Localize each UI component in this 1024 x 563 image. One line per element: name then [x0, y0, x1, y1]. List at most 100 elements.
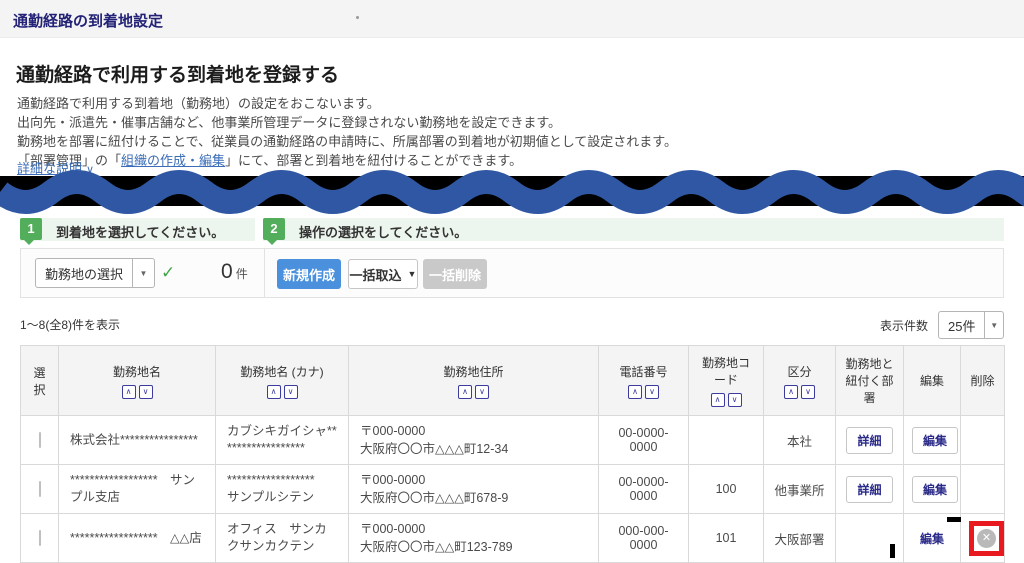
header-phone-label: 電話番号 — [619, 364, 668, 379]
cell-kubun: 本社 — [763, 415, 836, 465]
cell-code: 100 — [688, 464, 764, 514]
cell-name: ****************** △△店 — [58, 513, 216, 563]
zip-code: 〒000-0000 — [360, 473, 426, 487]
intro-line-3: 勤務地を部署に紐付けることで、従業員の通勤経路の申請時に、所属部署の到着地が初期… — [17, 134, 678, 149]
detail-button[interactable]: 詳細 — [846, 426, 893, 454]
step-1-badge: 1 — [20, 218, 42, 245]
edit-link[interactable]: 編集 — [920, 532, 944, 546]
section-heading: 通勤経路で利用する到着地を登録する — [16, 65, 340, 86]
result-range-text: 1～8(全8)件を表示 — [20, 318, 121, 332]
per-page-select[interactable]: 25件 ▼ — [938, 311, 1004, 339]
row-checkbox[interactable] — [38, 481, 41, 497]
selected-count-unit: 件 — [235, 267, 248, 281]
address-line: 大阪府〇〇市△△△町12-34 — [360, 442, 509, 456]
detail-button[interactable]: 詳細 — [846, 475, 893, 503]
sort-asc-icon[interactable]: ∧ — [121, 384, 136, 399]
destination-select-value: 勤務地の選択 — [45, 266, 124, 282]
step-1-bar: 1 到着地を選択してください。 — [20, 218, 255, 245]
address-line: 大阪府〇〇市△△△町678-9 — [360, 491, 509, 505]
screenshot-artifact-dot — [356, 16, 359, 19]
sort-desc-icon[interactable]: ∨ — [645, 384, 659, 399]
address-line: 大阪府〇〇市△△町123-789 — [360, 540, 513, 554]
cell-code — [688, 415, 764, 465]
caret-down-icon: ▼ — [984, 312, 1003, 338]
per-page-label: 表示件数 — [879, 318, 928, 333]
actions-toolbar: 勤務地の選択 ▼ ✓ 0件 新規作成 一括取込 ▼ 一括削除 — [20, 248, 1004, 298]
sort-asc-icon[interactable]: ∧ — [628, 384, 642, 399]
edit-button[interactable]: 編集 — [912, 426, 959, 454]
header-kubun: 区分 ∧ ∨ — [763, 345, 836, 416]
check-icon: ✓ — [161, 263, 176, 282]
cell-name: ****************** サンプル支店 — [58, 464, 216, 514]
cell-address: 〒000-0000 大阪府〇〇市△△△町12-34 — [348, 415, 599, 465]
sort-desc-icon[interactable]: ∨ — [475, 384, 489, 399]
per-page-value: 25件 — [948, 318, 976, 334]
redaction-wave — [0, 166, 1024, 218]
annotation-dash-mark — [947, 517, 961, 522]
zip-code: 〒000-0000 — [360, 424, 426, 438]
intro-description: 通勤経路で利用する到着地（勤務地）の設定をおこないます。 出向先・派遣先・催事店… — [17, 94, 677, 170]
page-titlebar: 通勤経路の到着地設定 — [0, 0, 1024, 38]
bulk-import-label: 一括取込 — [349, 267, 402, 283]
cell-phone: 000-000-0000 — [598, 513, 689, 563]
zip-code: 〒000-0000 — [360, 522, 426, 536]
sort-asc-icon[interactable]: ∧ — [784, 384, 798, 399]
selected-count-value: 0 — [221, 260, 233, 283]
table-row: 株式会社**************** カブシキガイシャ***********… — [20, 415, 1005, 465]
sort-asc-icon[interactable]: ∧ — [266, 384, 281, 399]
header-edit: 編集 — [903, 345, 961, 416]
cell-kubun: 他事業所 — [763, 464, 836, 514]
cell-phone: 00-0000-0000 — [598, 415, 689, 465]
per-page-control: 表示件数 25件 ▼ — [880, 311, 1004, 339]
annotation-highlight-box: ✕ — [969, 520, 1004, 556]
header-kana: 勤務地名 (カナ) ∧ ∨ — [215, 345, 349, 416]
cell-name: 株式会社**************** — [58, 415, 216, 465]
bulk-import-button[interactable]: 一括取込 ▼ — [348, 259, 418, 289]
header-kubun-label: 区分 — [787, 364, 812, 379]
sort-desc-icon[interactable]: ∨ — [801, 384, 815, 399]
step-2-label: 操作の選択をしてください。 — [299, 225, 468, 240]
header-phone: 電話番号 ∧ ∨ — [598, 345, 689, 416]
worklocation-table: 選択 勤務地名 ∧ ∨ 勤務地名 (カナ) ∧ ∨ 勤務地住所 ∧ ∨ 電話番号 ∧ ∨… — [20, 345, 1005, 563]
table-row: ****************** △△店 オフィス サンカクサンカクテン 〒… — [20, 513, 1005, 563]
header-dept: 勤務地と紐付く部署 — [835, 345, 904, 416]
caret-down-icon: ▼ — [132, 259, 154, 287]
cell-kana: ****************** サンプルシテン — [215, 464, 349, 514]
header-delete: 削除 — [960, 345, 1005, 416]
caret-down-icon: ▼ — [407, 269, 417, 279]
step-2-bar: 2 操作の選択をしてください。 — [263, 218, 1004, 245]
delete-row-icon[interactable]: ✕ — [977, 528, 996, 548]
sort-asc-icon[interactable]: ∧ — [458, 384, 472, 399]
edit-button[interactable]: 編集 — [912, 475, 959, 503]
sort-asc-icon[interactable]: ∧ — [710, 393, 725, 407]
cell-address: 〒000-0000 大阪府〇〇市△△△町678-9 — [348, 464, 599, 514]
cell-kubun: 大阪部署 — [763, 513, 836, 563]
header-kana-label: 勤務地名 (カナ) — [240, 364, 324, 379]
cell-kana: オフィス サンカクサンカクテン — [215, 513, 349, 563]
cell-delete — [960, 415, 1005, 465]
cell-kana: カブシキガイシャ****************** — [215, 415, 349, 465]
create-new-button[interactable]: 新規作成 — [277, 259, 341, 289]
header-name-label: 勤務地名 — [112, 364, 161, 379]
header-code-label: 勤務地コード — [701, 356, 750, 387]
sort-desc-icon[interactable]: ∨ — [283, 384, 298, 399]
row-checkbox[interactable] — [38, 432, 41, 448]
step-2-badge: 2 — [263, 218, 285, 245]
intro-line-1: 通勤経路で利用する到着地（勤務地）の設定をおこないます。 — [17, 96, 380, 111]
table-header-row: 選択 勤務地名 ∧ ∨ 勤務地名 (カナ) ∧ ∨ 勤務地住所 ∧ ∨ 電話番号 ∧ ∨… — [20, 345, 1005, 416]
page-title: 通勤経路の到着地設定 — [13, 13, 164, 30]
selected-count: 0件 — [221, 260, 248, 284]
row-checkbox[interactable] — [38, 530, 41, 546]
header-name: 勤務地名 ∧ ∨ — [58, 345, 216, 416]
cell-delete — [960, 464, 1005, 514]
cell-address: 〒000-0000 大阪府〇〇市△△町123-789 — [348, 513, 599, 563]
header-code: 勤務地コード ∧ ∨ — [688, 345, 764, 416]
table-row: ****************** サンプル支店 **************… — [20, 464, 1005, 514]
sort-desc-icon[interactable]: ∨ — [727, 393, 742, 407]
destination-select[interactable]: 勤務地の選択 ▼ — [35, 258, 156, 288]
bulk-delete-button[interactable]: 一括削除 — [423, 259, 487, 289]
cell-phone: 00-0000-0000 — [598, 464, 689, 514]
annotation-bar-mark — [890, 544, 895, 558]
sort-desc-icon[interactable]: ∨ — [138, 384, 153, 399]
header-select: 選択 — [20, 345, 59, 416]
